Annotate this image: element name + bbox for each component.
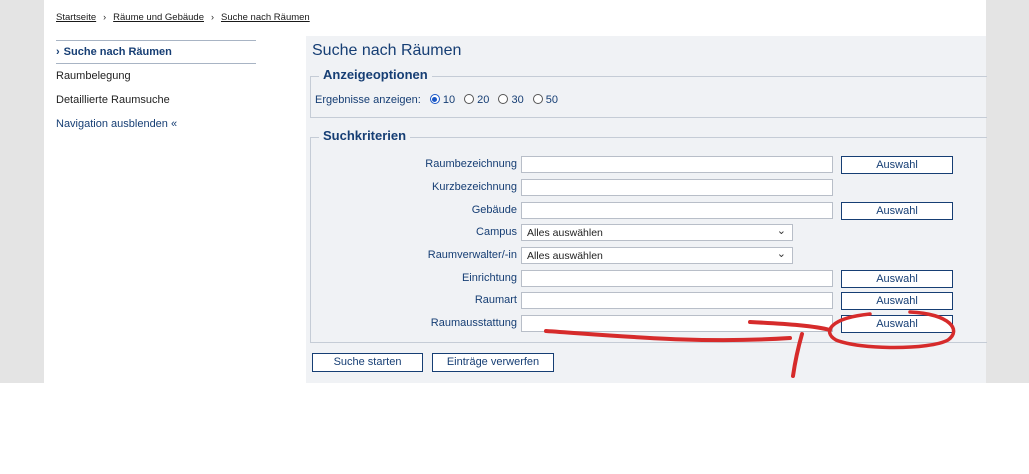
facility-input[interactable] [521, 270, 833, 287]
criteria-row-equipment: Raumausstattung Auswahl [311, 314, 987, 334]
breadcrumb-separator: › [210, 12, 214, 22]
criteria-row-room-manager: Raumverwalter/-in Alles auswählen ⌄ [311, 246, 987, 266]
criteria-row-room-type: Raumart Auswahl [311, 291, 987, 311]
sidebar-item-room-search[interactable]: › Suche nach Räumen [56, 40, 256, 64]
criteria-row-facility: Einrichtung Auswahl [311, 269, 987, 289]
facility-label: Einrichtung [461, 272, 517, 284]
page-title: Suche nach Räumen [312, 42, 462, 59]
page-margin-right [986, 0, 1029, 383]
breadcrumb-rooms-buildings[interactable]: Räume und Gebäude [113, 12, 204, 23]
breadcrumb-room-search[interactable]: Suche nach Räumen [221, 12, 310, 23]
page: Startseite › Räume und Gebäude › Suche nach … [44, 0, 987, 383]
discard-button[interactable]: Einträge verwerfen [432, 353, 554, 372]
page-margin-left [0, 0, 44, 383]
breadcrumb-separator: › [103, 12, 107, 22]
chevron-down-icon: ⌄ [776, 248, 786, 260]
criteria-row-short-name: Kurzbezeichnung [311, 178, 987, 198]
room-manager-label: Raumverwalter/-in [427, 249, 517, 261]
display-options-fieldset: Anzeigeoptionen Ergebnisse anzeigen: 10 … [310, 67, 987, 118]
results-per-page: Ergebnisse anzeigen: 10 20 30 50 [315, 94, 562, 106]
equipment-input[interactable] [521, 315, 833, 332]
equipment-label: Raumausstattung [430, 317, 517, 329]
campus-select[interactable]: Alles auswählen ⌄ [521, 224, 793, 241]
facility-select-button[interactable]: Auswahl [841, 270, 953, 288]
breadcrumb: Startseite › Räume und Gebäude › Suche nach … [56, 12, 310, 23]
campus-label: Campus [476, 226, 517, 238]
hide-navigation-link[interactable]: Navigation ausblenden « [56, 112, 256, 136]
sidebar-item-detailed-search[interactable]: Detaillierte Raumsuche [56, 88, 256, 112]
search-button[interactable]: Suche starten [312, 353, 423, 372]
building-input[interactable] [521, 202, 833, 219]
main-panel: Suche nach Räumen Anzeigeoptionen Ergebn… [306, 36, 987, 383]
radio-10-label: 10 [442, 94, 456, 106]
room-type-input[interactable] [521, 292, 833, 309]
criteria-row-room-name: Raumbezeichnung Auswahl [311, 155, 987, 175]
radio-50-label: 50 [545, 94, 559, 106]
building-label: Gebäude [471, 204, 517, 216]
campus-select-value: Alles auswählen [527, 227, 603, 239]
room-name-select-button[interactable]: Auswahl [841, 156, 953, 174]
room-type-label: Raumart [474, 294, 517, 306]
results-label: Ergebnisse anzeigen: [315, 94, 421, 106]
chevron-down-icon: ⌄ [776, 225, 786, 237]
radio-20-label: 20 [477, 94, 490, 106]
sidebar-item-label: Suche nach Räumen [63, 46, 172, 58]
breadcrumb-home[interactable]: Startseite [56, 12, 96, 23]
radio-30-label: 30 [511, 94, 524, 106]
sidebar-item-room-booking[interactable]: Raumbelegung [56, 64, 256, 88]
display-options-legend: Anzeigeoptionen [319, 67, 432, 82]
building-select-button[interactable]: Auswahl [841, 202, 953, 220]
room-type-select-button[interactable]: Auswahl [841, 292, 953, 310]
search-criteria-legend: Suchkriterien [319, 128, 411, 143]
criteria-row-campus: Campus Alles auswählen ⌄ [311, 223, 987, 243]
equipment-select-button[interactable]: Auswahl [841, 315, 953, 333]
room-name-input[interactable] [521, 156, 833, 173]
chevron-right-icon: › [56, 46, 60, 58]
radio-20[interactable] [464, 94, 475, 105]
short-name-label: Kurzbezeichnung [431, 181, 517, 193]
room-name-label: Raumbezeichnung [425, 158, 517, 170]
search-criteria-fieldset: Suchkriterien Raumbezeichnung Auswahl Ku… [310, 128, 987, 343]
radio-10[interactable] [429, 94, 440, 105]
room-manager-select[interactable]: Alles auswählen ⌄ [521, 247, 793, 264]
radio-50[interactable] [532, 94, 543, 105]
room-manager-select-value: Alles auswählen [527, 250, 603, 262]
short-name-input[interactable] [521, 179, 833, 196]
radio-30[interactable] [498, 94, 509, 105]
criteria-row-building: Gebäude Auswahl [311, 201, 987, 221]
sidebar-nav: › Suche nach Räumen Raumbelegung Detailli… [56, 40, 256, 136]
